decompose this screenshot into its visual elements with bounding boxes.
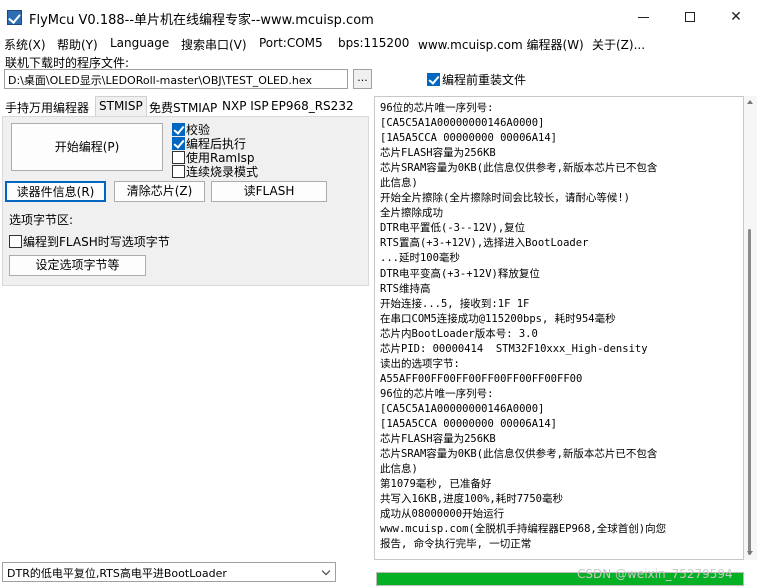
log-line: 共写入16KB,进度100%,耗时7750毫秒 [380, 493, 564, 506]
log-line: 芯片SRAM容量为0KB(此信息仅供参考,新版本芯片已不包含 [380, 448, 658, 461]
chevron-down-icon[interactable] [321, 566, 331, 576]
log-line: [CA5C5A1A00000000146A0000] [380, 402, 545, 415]
tab-handheld-programmer[interactable]: 手持万用编程器 [5, 99, 89, 116]
log-line: 芯片FLASH容量为256KB [380, 147, 496, 160]
log-line: [1A5A5CCA 00000000 00006A14] [380, 417, 558, 430]
reload-before-program-label: 编程前重装文件 [442, 73, 527, 87]
log-line: 第1079毫秒, 已准备好 [380, 478, 492, 491]
log-line: 全片擦除成功 [380, 207, 443, 220]
tab-bar: 手持万用编程器 STMISP 免费STMIAP NXP ISP EP968_RS… [0, 96, 372, 116]
scroll-up-icon[interactable] [747, 100, 753, 104]
tab-stmisp[interactable]: STMISP [95, 96, 147, 116]
checkbox-unchecked-icon[interactable] [172, 165, 185, 178]
log-line: DTR电平置低(-3--12V),复位 [380, 222, 526, 235]
menu-baud-rate[interactable]: bps:115200 [338, 36, 409, 50]
menu-about[interactable]: 关于(Z)... [592, 36, 645, 53]
menu-search-port[interactable]: 搜索串口(V) [181, 36, 247, 53]
continuous-burn-label: 连续烧录模式 [186, 165, 259, 179]
minimize-icon[interactable] [620, 0, 666, 34]
log-line: 开始全片擦除(全片擦除时间会比较长，请耐心等候!) [380, 192, 630, 205]
log-line: www.mcuisp.com(全脱机手持编程器EP968,全球首创)向您 [380, 523, 667, 536]
log-line: 报告, 命令执行完毕, 一切正常 [380, 538, 532, 551]
scroll-thumb[interactable] [748, 229, 751, 555]
log-line: 96位的芯片唯一序列号: [380, 102, 494, 114]
browse-button[interactable]: ... [353, 69, 372, 89]
log-line: 此信息) [380, 177, 418, 190]
log-line: RTS置高(+3-+12V),选择进入BootLoader [380, 237, 589, 250]
maximize-icon[interactable] [667, 0, 713, 34]
log-line: DTR电平变高(+3-+12V)释放复位 [380, 267, 540, 280]
watermark: CSDN @weixin_75279594 [577, 567, 733, 581]
log-line: 芯片PID: 00000414 STM32F10xxx_High-density [380, 342, 648, 355]
tab-nxp-isp[interactable]: NXP ISP [222, 99, 269, 113]
tab-free-stmiap[interactable]: 免费STMIAP [149, 99, 217, 116]
scroll-down-icon[interactable] [747, 551, 753, 555]
log-line: 成功从08000000开始运行 [380, 508, 505, 521]
reset-mode-select[interactable]: DTR的低电平复位,RTS高电平进BootLoader [2, 562, 336, 582]
log-line: ...延时100毫秒 [380, 252, 460, 265]
log-line: A55AFF00FF00FF00FF00FF00FF00FF00 [380, 372, 583, 385]
program-file-path-input[interactable]: D:\桌面\OLED显示\LEDORoll-master\OBJ\TEST_OL… [4, 69, 348, 89]
erase-chip-button[interactable]: 清除芯片(Z) [114, 181, 205, 202]
read-device-info-button[interactable]: 读器件信息(R) [5, 181, 106, 202]
menu-programmer[interactable]: www.mcuisp.com 编程器(W) [418, 36, 584, 53]
log-line: 在串口COM5连接成功@115200bps, 耗时954毫秒 [380, 312, 616, 325]
log-line: 开始连接...5, 接收到:1F 1F [380, 297, 530, 310]
log-output[interactable]: 96位的芯片唯一序列号: [CA5C5A1A00000000146A0000] [1… [374, 96, 744, 560]
checkbox-checked-icon[interactable] [427, 73, 440, 86]
reset-mode-selected-value: DTR的低电平复位,RTS高电平进BootLoader [7, 567, 227, 580]
log-line: [CA5C5A1A00000000146A0000] [380, 117, 545, 130]
menu-port[interactable]: Port:COM5 [259, 36, 323, 50]
app-icon [7, 10, 22, 25]
menu-bar: 系统(X) 帮助(Y) Language 搜索串口(V) Port:COM5 b… [0, 34, 757, 54]
tab-ep968-rs232[interactable]: EP968_RS232 [271, 99, 354, 113]
log-line: 读出的选项字节: [380, 357, 460, 370]
title-bar: FlyMcu V0.188--单片机在线编程专家--www.mcuisp.com… [0, 0, 757, 34]
log-line: 芯片SRAM容量为0KB(此信息仅供参考,新版本芯片已不包含 [380, 162, 658, 175]
start-programming-button[interactable]: 开始编程(P) [11, 123, 163, 171]
set-option-bytes-button[interactable]: 设定选项字节等 [9, 255, 146, 276]
window-title: FlyMcu V0.188--单片机在线编程专家--www.mcuisp.com [29, 13, 374, 28]
log-line: 芯片FLASH容量为256KB [380, 433, 496, 446]
log-line: RTS维持高 [380, 282, 431, 295]
option-bytes-label: 选项字节区: [9, 213, 74, 227]
log-lines: 96位的芯片唯一序列号: [CA5C5A1A00000000146A0000] [1… [380, 101, 666, 552]
continuous-burn-checkbox[interactable]: 连续烧录模式 [172, 163, 258, 180]
log-line: 96位的芯片唯一序列号: [380, 387, 494, 400]
menu-language[interactable]: Language [110, 36, 169, 50]
read-flash-button[interactable]: 读FLASH [211, 181, 327, 202]
log-line: [1A5A5CCA 00000000 00006A14] [380, 132, 558, 145]
close-icon[interactable]: ✕ [713, 0, 757, 34]
left-empty-area [0, 286, 372, 556]
write-option-bytes-label: 编程到FLASH时写选项字节 [23, 235, 170, 249]
log-scrollbar[interactable] [744, 96, 757, 560]
reload-before-program-checkbox[interactable]: 编程前重装文件 [427, 71, 526, 88]
checkbox-unchecked-icon[interactable] [9, 235, 22, 248]
log-line: 此信息) [380, 463, 418, 476]
menu-system[interactable]: 系统(X) [4, 36, 46, 53]
log-line: 芯片内BootLoader版本号: 3.0 [380, 327, 538, 340]
menu-help[interactable]: 帮助(Y) [57, 36, 98, 53]
write-option-bytes-checkbox[interactable]: 编程到FLASH时写选项字节 [9, 233, 170, 250]
